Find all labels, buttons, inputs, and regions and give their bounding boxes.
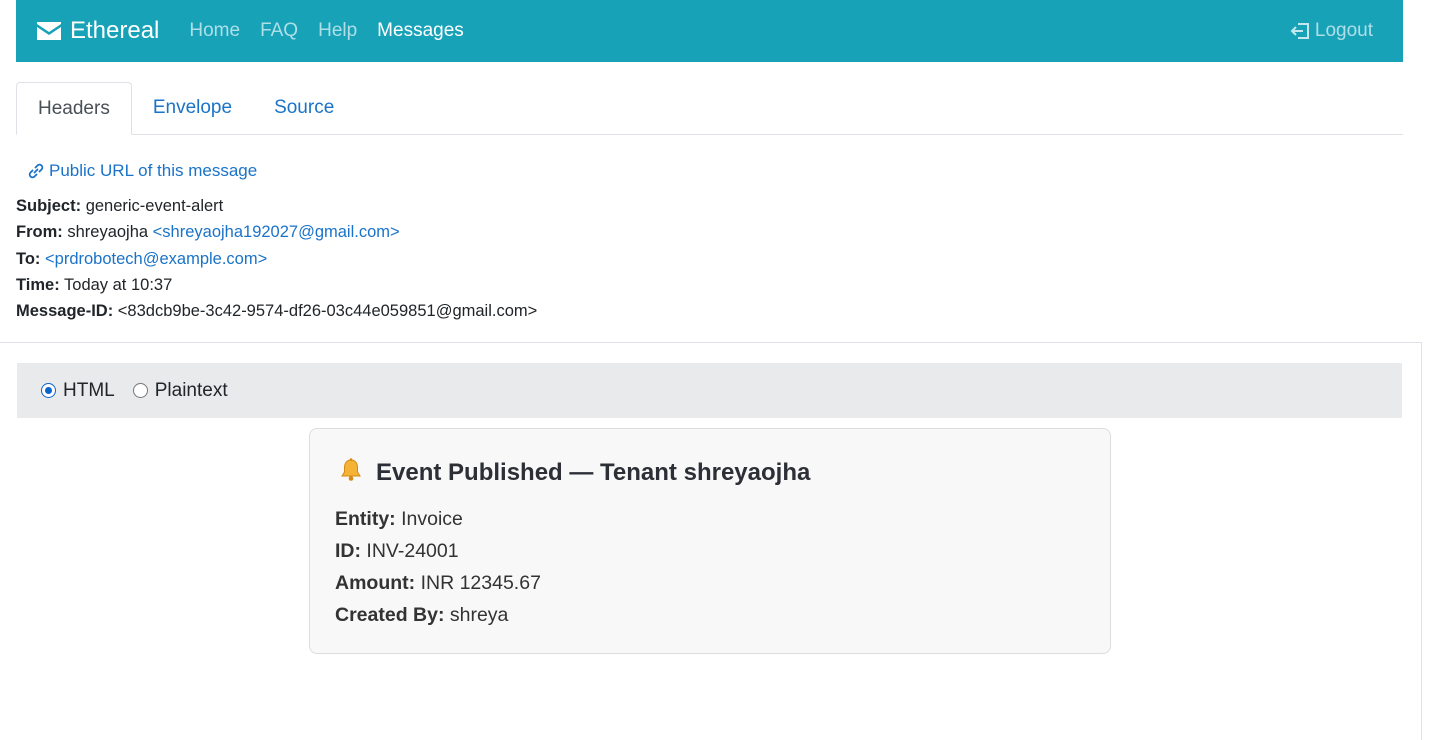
nav-faq[interactable]: FAQ	[260, 20, 298, 42]
nav-help[interactable]: Help	[318, 20, 357, 42]
to-row: To: <prdrobotech@example.com>	[16, 246, 537, 272]
brand-name: Ethereal	[70, 17, 160, 44]
top-navbar: Ethereal Home FAQ Help Messages Logout	[16, 0, 1403, 62]
message-id-value: <83dcb9be-3c42-9574-df26-03c44e059851@gm…	[117, 302, 538, 321]
created-by-value: shreya	[449, 604, 509, 626]
to-label: To:	[16, 249, 41, 268]
plaintext-radio-label: Plaintext	[154, 379, 228, 401]
nav-messages[interactable]: Messages	[377, 20, 464, 42]
from-name: shreyaojha	[67, 223, 149, 242]
from-label: From:	[16, 223, 63, 242]
public-url-link[interactable]: Public URL of this message	[27, 161, 257, 181]
created-by-label: Created By:	[335, 604, 445, 626]
entity-row: Entity: Invoice	[335, 503, 541, 535]
subject-value: generic-event-alert	[85, 197, 224, 215]
time-row: Time: Today at 10:37	[16, 272, 537, 298]
envelope-icon	[37, 22, 61, 40]
format-html-option[interactable]: HTML	[41, 380, 115, 402]
email-fields: Entity: Invoice ID: INV-24001 Amount: IN…	[335, 503, 541, 631]
entity-value: Invoice	[401, 508, 463, 530]
created-by-row: Created By: shreya	[335, 599, 541, 631]
id-row: ID: INV-24001	[335, 535, 541, 567]
format-plaintext-option[interactable]: Plaintext	[132, 379, 228, 402]
subject-row: Subject: generic-event-alert	[16, 193, 537, 219]
to-email-link[interactable]: <prdrobotech@example.com>	[45, 250, 267, 268]
brand-link[interactable]: Ethereal	[36, 17, 159, 45]
message-tabs: Headers Envelope Source	[16, 82, 1403, 135]
format-selector: HTML Plaintext	[17, 363, 1402, 418]
message-headers: Subject: generic-event-alert From: shrey…	[16, 193, 537, 324]
from-row: From: shreyaojha <shreyaojha192027@gmail…	[16, 219, 537, 245]
link-icon	[28, 163, 44, 179]
tab-headers[interactable]: Headers	[16, 82, 132, 135]
bell-icon	[338, 457, 364, 489]
logout-icon	[1290, 23, 1309, 39]
plaintext-radio[interactable]	[132, 383, 148, 398]
amount-row: Amount: INR 12345.67	[335, 567, 541, 599]
logout-button[interactable]: Logout	[1289, 20, 1373, 42]
public-url-label: Public URL of this message	[49, 161, 258, 180]
entity-label: Entity:	[335, 508, 396, 530]
id-label: ID:	[335, 540, 361, 562]
email-content-card: Event Published — Tenant shreyaojha Enti…	[309, 428, 1111, 654]
nav-home[interactable]: Home	[189, 20, 240, 42]
id-value: INV-24001	[366, 540, 459, 562]
time-value: Today at 10:37	[64, 275, 173, 294]
message-id-row: Message-ID: <83dcb9be-3c42-9574-df26-03c…	[16, 298, 537, 324]
logout-label: Logout	[1314, 20, 1373, 41]
tab-source[interactable]: Source	[253, 82, 355, 134]
message-id-label: Message-ID:	[16, 302, 114, 321]
email-title-text: Event Published — Tenant shreyaojha	[376, 459, 811, 486]
from-email-link[interactable]: <shreyaojha192027@gmail.com>	[153, 223, 400, 241]
time-label: Time:	[16, 275, 60, 294]
tab-envelope[interactable]: Envelope	[132, 82, 253, 134]
amount-value: INR 12345.67	[420, 572, 541, 594]
html-radio[interactable]	[41, 383, 56, 398]
email-title: Event Published — Tenant shreyaojha	[338, 457, 810, 489]
subject-label: Subject:	[16, 197, 82, 215]
amount-label: Amount:	[335, 572, 416, 594]
html-radio-label: HTML	[63, 379, 115, 401]
